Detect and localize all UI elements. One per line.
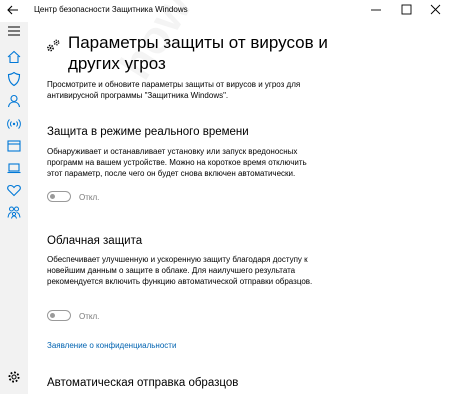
realtime-protection-state: Откл. [79, 193, 100, 202]
person-icon[interactable] [5, 92, 23, 110]
window-title: Центр безопасности Защитника Windows [34, 5, 188, 14]
toggle-knob [50, 313, 55, 318]
page-intro: Просмотрите и обновите параметры защиты … [47, 80, 301, 100]
privacy-statement-link[interactable]: Заявление о конфиденциальности [47, 341, 176, 350]
cloud-protection-title: Облачная защита [47, 235, 143, 247]
realtime-protection-title: Защита в режиме реального времени [47, 126, 249, 138]
realtime-protection-toggle[interactable] [47, 191, 71, 202]
minimize-icon[interactable] [366, 1, 386, 19]
cloud-protection-toggle[interactable] [47, 310, 71, 321]
shield-icon[interactable] [5, 70, 23, 88]
close-icon[interactable] [425, 1, 445, 19]
browser-window-icon[interactable] [5, 137, 23, 155]
hamburger-menu-icon[interactable] [5, 22, 23, 40]
back-arrow-icon[interactable] [6, 3, 20, 17]
heart-icon[interactable] [5, 181, 23, 199]
page-title: Параметры защиты от вирусов и других угр… [68, 33, 328, 73]
family-icon[interactable] [5, 203, 23, 221]
cloud-protection-description: Обеспечивает улучшенную и ускоренную защ… [47, 255, 313, 286]
settings-gear-icon[interactable] [5, 368, 23, 386]
auto-sample-submission-title: Автоматическая отправка образцов [47, 377, 239, 389]
laptop-icon[interactable] [5, 159, 23, 177]
scrollbar[interactable] [445, 22, 450, 394]
title-bar: Центр безопасности Защитника Windows [0, 0, 450, 22]
realtime-protection-description: Обнаруживает и останавливает установку и… [47, 147, 307, 178]
maximize-icon[interactable] [396, 1, 416, 19]
wireless-icon[interactable] [5, 115, 23, 133]
home-icon[interactable] [5, 48, 23, 66]
navigation-sidebar [0, 22, 28, 394]
settings-gear-icon [47, 39, 60, 52]
cloud-protection-state: Откл. [79, 312, 100, 321]
toggle-knob [50, 194, 55, 199]
